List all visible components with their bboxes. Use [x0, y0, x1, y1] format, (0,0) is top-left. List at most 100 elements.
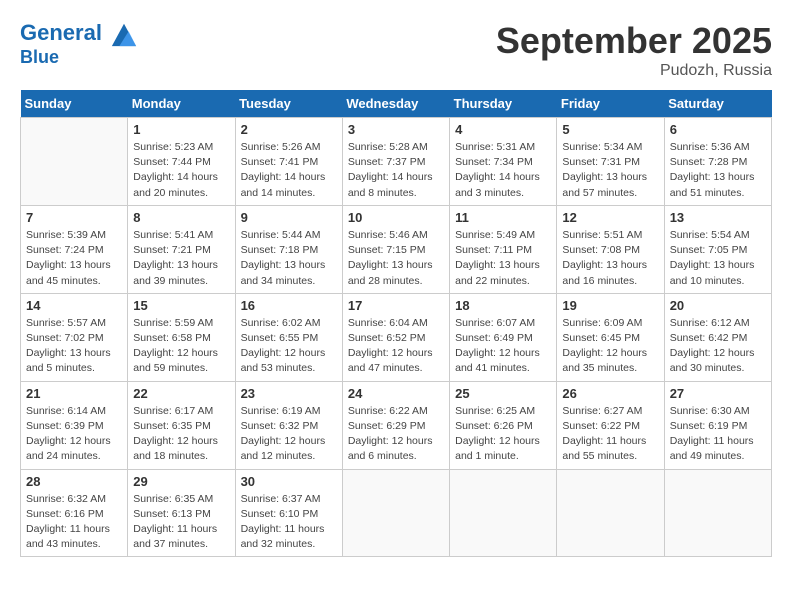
calendar-cell [450, 469, 557, 557]
day-number: 8 [133, 210, 229, 225]
day-info: Sunrise: 5:51 AM Sunset: 7:08 PM Dayligh… [562, 228, 658, 289]
day-number: 19 [562, 298, 658, 313]
day-info: Sunrise: 6:30 AM Sunset: 6:19 PM Dayligh… [670, 404, 766, 465]
day-number: 4 [455, 122, 551, 137]
day-info: Sunrise: 6:02 AM Sunset: 6:55 PM Dayligh… [241, 316, 337, 377]
day-info: Sunrise: 6:17 AM Sunset: 6:35 PM Dayligh… [133, 404, 229, 465]
calendar-cell: 3 Sunrise: 5:28 AM Sunset: 7:37 PM Daylig… [342, 118, 449, 206]
day-number: 13 [670, 210, 766, 225]
day-number: 2 [241, 122, 337, 137]
weekday-header-monday: Monday [128, 90, 235, 118]
weekday-header-thursday: Thursday [450, 90, 557, 118]
day-info: Sunrise: 5:41 AM Sunset: 7:21 PM Dayligh… [133, 228, 229, 289]
day-number: 17 [348, 298, 444, 313]
calendar-cell: 20Sunrise: 6:12 AM Sunset: 6:42 PM Dayli… [664, 293, 771, 381]
day-info: Sunrise: 5:28 AM Sunset: 7:37 PM Dayligh… [348, 140, 444, 201]
weekday-header-row: SundayMondayTuesdayWednesdayThursdayFrid… [21, 90, 772, 118]
day-number: 12 [562, 210, 658, 225]
calendar-cell: 13 Sunrise: 5:54 AM Sunset: 7:05 PM Dayli… [664, 205, 771, 293]
day-number: 18 [455, 298, 551, 313]
calendar-cell: 16 Sunrise: 6:02 AM Sunset: 6:55 PM Dayli… [235, 293, 342, 381]
calendar-cell: 18 Sunrise: 6:07 AM Sunset: 6:49 PM Dayli… [450, 293, 557, 381]
month-year: September 2025 [496, 20, 772, 62]
day-info: Sunrise: 5:36 AM Sunset: 7:28 PM Dayligh… [670, 140, 766, 201]
day-info: Sunrise: 6:07 AM Sunset: 6:49 PM Dayligh… [455, 316, 551, 377]
calendar-cell: 19 Sunrise: 6:09 AM Sunset: 6:45 PM Dayli… [557, 293, 664, 381]
day-number: 24 [348, 386, 444, 401]
weekday-header-saturday: Saturday [664, 90, 771, 118]
weekday-header-wednesday: Wednesday [342, 90, 449, 118]
day-number: 7 [26, 210, 122, 225]
calendar-cell: 27 Sunrise: 6:30 AM Sunset: 6:19 PM Dayli… [664, 381, 771, 469]
calendar-cell: 25Sunrise: 6:25 AM Sunset: 6:26 PM Dayli… [450, 381, 557, 469]
day-number: 23 [241, 386, 337, 401]
calendar-cell: 26 Sunrise: 6:27 AM Sunset: 6:22 PM Dayli… [557, 381, 664, 469]
day-number: 20 [670, 298, 766, 313]
calendar-cell: 12 Sunrise: 5:51 AM Sunset: 7:08 PM Dayli… [557, 205, 664, 293]
calendar-table: SundayMondayTuesdayWednesdayThursdayFrid… [20, 90, 772, 557]
week-row-5: 28 Sunrise: 6:32 AM Sunset: 6:16 PM Dayli… [21, 469, 772, 557]
day-number: 3 [348, 122, 444, 137]
calendar-cell: 28 Sunrise: 6:32 AM Sunset: 6:16 PM Dayli… [21, 469, 128, 557]
logo: General Blue [20, 20, 138, 68]
calendar-cell: 14Sunrise: 5:57 AM Sunset: 7:02 PM Dayli… [21, 293, 128, 381]
calendar-cell: 29 Sunrise: 6:35 AM Sunset: 6:13 PM Dayli… [128, 469, 235, 557]
day-info: Sunrise: 5:54 AM Sunset: 7:05 PM Dayligh… [670, 228, 766, 289]
page-header: General Blue September 2025 Pudozh, Russ… [20, 20, 772, 80]
day-info: Sunrise: 6:27 AM Sunset: 6:22 PM Dayligh… [562, 404, 658, 465]
calendar-cell: 4 Sunrise: 5:31 AM Sunset: 7:34 PM Daylig… [450, 118, 557, 206]
day-info: Sunrise: 5:31 AM Sunset: 7:34 PM Dayligh… [455, 140, 551, 201]
day-info: Sunrise: 6:32 AM Sunset: 6:16 PM Dayligh… [26, 492, 122, 553]
month-title: September 2025 Pudozh, Russia [496, 20, 772, 80]
day-info: Sunrise: 6:35 AM Sunset: 6:13 PM Dayligh… [133, 492, 229, 553]
calendar-cell: 9Sunrise: 5:44 AM Sunset: 7:18 PM Daylig… [235, 205, 342, 293]
day-number: 25 [455, 386, 551, 401]
day-number: 28 [26, 474, 122, 489]
day-info: Sunrise: 6:37 AM Sunset: 6:10 PM Dayligh… [241, 492, 337, 553]
day-number: 22 [133, 386, 229, 401]
calendar-cell: 22 Sunrise: 6:17 AM Sunset: 6:35 PM Dayli… [128, 381, 235, 469]
calendar-cell [557, 469, 664, 557]
calendar-cell [342, 469, 449, 557]
day-info: Sunrise: 5:46 AM Sunset: 7:15 PM Dayligh… [348, 228, 444, 289]
calendar-cell: 7Sunrise: 5:39 AM Sunset: 7:24 PM Daylig… [21, 205, 128, 293]
day-info: Sunrise: 5:23 AM Sunset: 7:44 PM Dayligh… [133, 140, 229, 201]
calendar-cell: 17 Sunrise: 6:04 AM Sunset: 6:52 PM Dayli… [342, 293, 449, 381]
day-info: Sunrise: 6:14 AM Sunset: 6:39 PM Dayligh… [26, 404, 122, 465]
day-info: Sunrise: 6:04 AM Sunset: 6:52 PM Dayligh… [348, 316, 444, 377]
calendar-cell: 10 Sunrise: 5:46 AM Sunset: 7:15 PM Dayli… [342, 205, 449, 293]
calendar-cell [664, 469, 771, 557]
day-info: Sunrise: 5:26 AM Sunset: 7:41 PM Dayligh… [241, 140, 337, 201]
logo-text: General [20, 20, 138, 48]
day-number: 11 [455, 210, 551, 225]
day-number: 16 [241, 298, 337, 313]
calendar-cell [21, 118, 128, 206]
week-row-4: 21Sunrise: 6:14 AM Sunset: 6:39 PM Dayli… [21, 381, 772, 469]
weekday-header-friday: Friday [557, 90, 664, 118]
day-number: 29 [133, 474, 229, 489]
day-info: Sunrise: 6:22 AM Sunset: 6:29 PM Dayligh… [348, 404, 444, 465]
day-number: 5 [562, 122, 658, 137]
calendar-cell: 23 Sunrise: 6:19 AM Sunset: 6:32 PM Dayli… [235, 381, 342, 469]
calendar-cell: 24 Sunrise: 6:22 AM Sunset: 6:29 PM Dayli… [342, 381, 449, 469]
calendar-cell: 1 Sunrise: 5:23 AM Sunset: 7:44 PM Daylig… [128, 118, 235, 206]
calendar-cell: 11Sunrise: 5:49 AM Sunset: 7:11 PM Dayli… [450, 205, 557, 293]
day-info: Sunrise: 6:19 AM Sunset: 6:32 PM Dayligh… [241, 404, 337, 465]
location: Pudozh, Russia [496, 62, 772, 80]
calendar-cell: 21Sunrise: 6:14 AM Sunset: 6:39 PM Dayli… [21, 381, 128, 469]
day-info: Sunrise: 6:09 AM Sunset: 6:45 PM Dayligh… [562, 316, 658, 377]
day-number: 26 [562, 386, 658, 401]
day-info: Sunrise: 5:59 AM Sunset: 6:58 PM Dayligh… [133, 316, 229, 377]
day-number: 15 [133, 298, 229, 313]
day-info: Sunrise: 5:44 AM Sunset: 7:18 PM Dayligh… [241, 228, 337, 289]
week-row-3: 14Sunrise: 5:57 AM Sunset: 7:02 PM Dayli… [21, 293, 772, 381]
calendar-cell: 8 Sunrise: 5:41 AM Sunset: 7:21 PM Daylig… [128, 205, 235, 293]
calendar-cell: 5 Sunrise: 5:34 AM Sunset: 7:31 PM Daylig… [557, 118, 664, 206]
calendar-cell: 6 Sunrise: 5:36 AM Sunset: 7:28 PM Daylig… [664, 118, 771, 206]
weekday-header-tuesday: Tuesday [235, 90, 342, 118]
day-number: 10 [348, 210, 444, 225]
day-info: Sunrise: 5:34 AM Sunset: 7:31 PM Dayligh… [562, 140, 658, 201]
day-number: 27 [670, 386, 766, 401]
day-number: 6 [670, 122, 766, 137]
day-number: 1 [133, 122, 229, 137]
